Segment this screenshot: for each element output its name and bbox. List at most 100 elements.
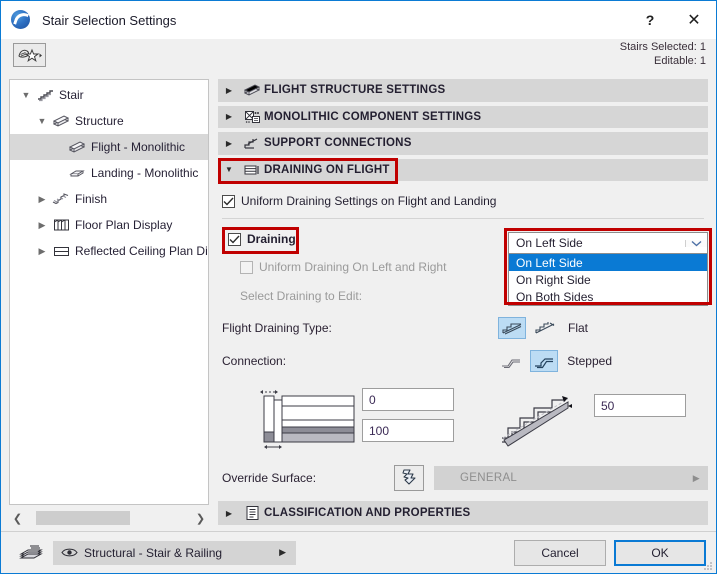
dropdown-option-on-right-side[interactable]: On Right Side	[509, 271, 707, 288]
scrollbar-track[interactable]	[26, 511, 192, 525]
scroll-right-button[interactable]: ❯	[192, 512, 209, 525]
flight-draining-type-row: Flight Draining Type: Flat	[222, 317, 708, 339]
override-surface-field[interactable]: GENERAL ▶	[434, 466, 708, 490]
surface-swatch-icon	[400, 468, 419, 489]
layer-combo[interactable]: Structural - Stair & Railing ▶	[53, 541, 296, 565]
tree-item-label: Reflected Ceiling Plan Di	[75, 244, 208, 258]
uniform-left-right-label: Uniform Draining On Left and Right	[259, 260, 446, 274]
tree-item-landing-monolithic[interactable]: Landing - Monolithic	[10, 160, 208, 186]
archicad-ball-icon	[10, 9, 32, 31]
chevron-down-icon[interactable]: ▼	[18, 90, 34, 100]
smooth-connection-icon[interactable]	[497, 350, 525, 372]
draining-label: Draining	[247, 232, 296, 246]
chevron-right-icon[interactable]: ▶	[218, 112, 240, 121]
uniform-left-right-checkbox	[240, 261, 253, 274]
draining-dimensions-row: 0 100	[218, 388, 708, 455]
page-title: Stair Selection Settings	[42, 13, 176, 28]
chevron-right-icon[interactable]: ▶	[34, 194, 50, 205]
section-label: CLASSIFICATION AND PROPERTIES	[264, 507, 470, 519]
chevron-right-icon[interactable]: ▶	[218, 86, 240, 95]
override-surface-row: Override Surface: GENERAL ▶	[222, 465, 708, 491]
stepped-connection-icon[interactable]	[530, 350, 558, 372]
select-draining-to-edit-label: Select Draining to Edit:	[240, 289, 362, 303]
reflected-ceiling-icon	[50, 244, 72, 258]
uniform-draining-settings-row[interactable]: Uniform Draining Settings on Flight and …	[222, 194, 708, 208]
title-bar: Stair Selection Settings ? ✕	[1, 1, 716, 39]
override-surface-button[interactable]	[394, 465, 424, 491]
tree-item-label: Structure	[75, 114, 124, 128]
tree-item-label: Flight - Monolithic	[91, 140, 185, 154]
dialog-body: ▼ Stair ▼ Structure	[1, 71, 716, 529]
draining-field-top-value: 0	[369, 393, 376, 407]
section-classification-and-properties[interactable]: ▶ CLASSIFICATION AND PROPERTIES	[218, 501, 708, 525]
chevron-right-icon[interactable]: ▶	[34, 246, 50, 257]
draining-section-diagram	[246, 388, 356, 453]
section-support-connections[interactable]: ▶ SUPPORT CONNECTIONS	[218, 132, 708, 155]
divider	[222, 218, 704, 219]
draining-checkbox[interactable]	[228, 233, 241, 246]
draining-slope-diagram	[498, 390, 588, 455]
close-button[interactable]: ✕	[672, 1, 716, 39]
chevron-right-icon[interactable]: ▶	[218, 139, 240, 148]
chevron-down-icon[interactable]: ▼	[34, 116, 50, 126]
side-dropdown-value: On Left Side	[509, 236, 685, 250]
window-buttons: ? ✕	[628, 1, 716, 39]
tree-item-label: Finish	[75, 192, 107, 206]
flight-structure-icon	[240, 83, 264, 97]
ok-button[interactable]: OK	[614, 540, 706, 566]
connection-row: Connection: Stepped	[222, 350, 708, 372]
section-label: MONOLITHIC COMPONENT SETTINGS	[264, 111, 481, 123]
section-draining-on-flight[interactable]: ▼ DRAINING ON FLIGHT	[218, 159, 708, 182]
draining-icon	[240, 163, 264, 177]
uniform-draining-settings-label: Uniform Draining Settings on Flight and …	[241, 194, 496, 208]
draining-panel: Uniform Draining Settings on Flight and …	[218, 185, 708, 529]
tree-item-flight-monolithic[interactable]: Flight - Monolithic	[10, 134, 208, 160]
draining-row[interactable]: Draining On Left Side On Left Side	[228, 232, 708, 246]
editable-label: Editable: 1	[620, 54, 706, 68]
chevron-down-icon[interactable]	[685, 240, 707, 247]
dropdown-option-on-left-side[interactable]: On Left Side	[509, 254, 707, 271]
draining-field-bottom[interactable]: 100	[362, 419, 454, 442]
help-button[interactable]: ?	[628, 1, 672, 39]
connection-value: Stepped	[567, 354, 612, 368]
flight-monolithic-icon	[66, 140, 88, 154]
favorites-star-icon	[17, 47, 43, 63]
flat-draining-icon[interactable]	[531, 317, 559, 339]
scroll-left-button[interactable]: ❮	[9, 512, 26, 525]
side-dropdown-list[interactable]: On Left Side On Right Side On Both Sides	[508, 254, 708, 306]
chevron-right-icon[interactable]: ▶	[218, 509, 240, 518]
toolbar: Stairs Selected: 1 Editable: 1	[1, 39, 716, 71]
settings-tree-panel: ▼ Stair ▼ Structure	[9, 79, 209, 529]
cancel-button[interactable]: Cancel	[514, 540, 606, 566]
resize-grip-icon[interactable]	[703, 560, 713, 570]
dropdown-option-on-both-sides[interactable]: On Both Sides	[509, 288, 707, 305]
chevron-right-icon[interactable]: ▶	[34, 220, 50, 231]
side-dropdown-button[interactable]: On Left Side	[508, 232, 708, 254]
settings-tree[interactable]: ▼ Stair ▼ Structure	[9, 79, 209, 505]
tree-item-label: Stair	[59, 88, 84, 102]
tree-item-floor-plan-display[interactable]: ▶ Floor Plan Display	[10, 212, 208, 238]
chevron-right-icon[interactable]: ▶	[693, 473, 700, 484]
tree-horizontal-scrollbar[interactable]: ❮ ❯	[9, 507, 209, 529]
section-monolithic-component-settings[interactable]: ▶ MONOLITHIC COMPONENT SETTINGS	[218, 106, 708, 129]
draining-field-top[interactable]: 0	[362, 388, 454, 411]
tree-item-reflected-ceiling-plan[interactable]: ▶ Reflected Ceiling Plan Di	[10, 238, 208, 264]
favorites-button[interactable]	[13, 43, 46, 67]
tree-item-finish[interactable]: ▶ Finish	[10, 186, 208, 212]
eye-icon	[61, 547, 78, 558]
chevron-down-icon[interactable]: ▼	[218, 165, 240, 174]
tree-item-stair[interactable]: ▼ Stair	[10, 82, 208, 108]
tree-item-structure[interactable]: ▼ Structure	[10, 108, 208, 134]
sloped-draining-icon[interactable]	[498, 317, 526, 339]
finish-icon	[50, 192, 72, 206]
uniform-draining-settings-checkbox[interactable]	[222, 195, 235, 208]
section-label: DRAINING ON FLIGHT	[264, 164, 390, 176]
chevron-right-icon[interactable]: ▶	[279, 547, 286, 558]
override-surface-label: Override Surface:	[222, 471, 316, 485]
section-flight-structure-settings[interactable]: ▶ FLIGHT STRUCTURE SETTINGS	[218, 79, 708, 102]
side-dropdown[interactable]: On Left Side On Left Side On Right Side …	[508, 232, 708, 306]
draining-field-right[interactable]: 50	[594, 394, 686, 417]
draining-field-bottom-value: 100	[369, 424, 389, 438]
flight-draining-type-value: Flat	[568, 321, 588, 335]
scrollbar-thumb[interactable]	[36, 511, 130, 525]
